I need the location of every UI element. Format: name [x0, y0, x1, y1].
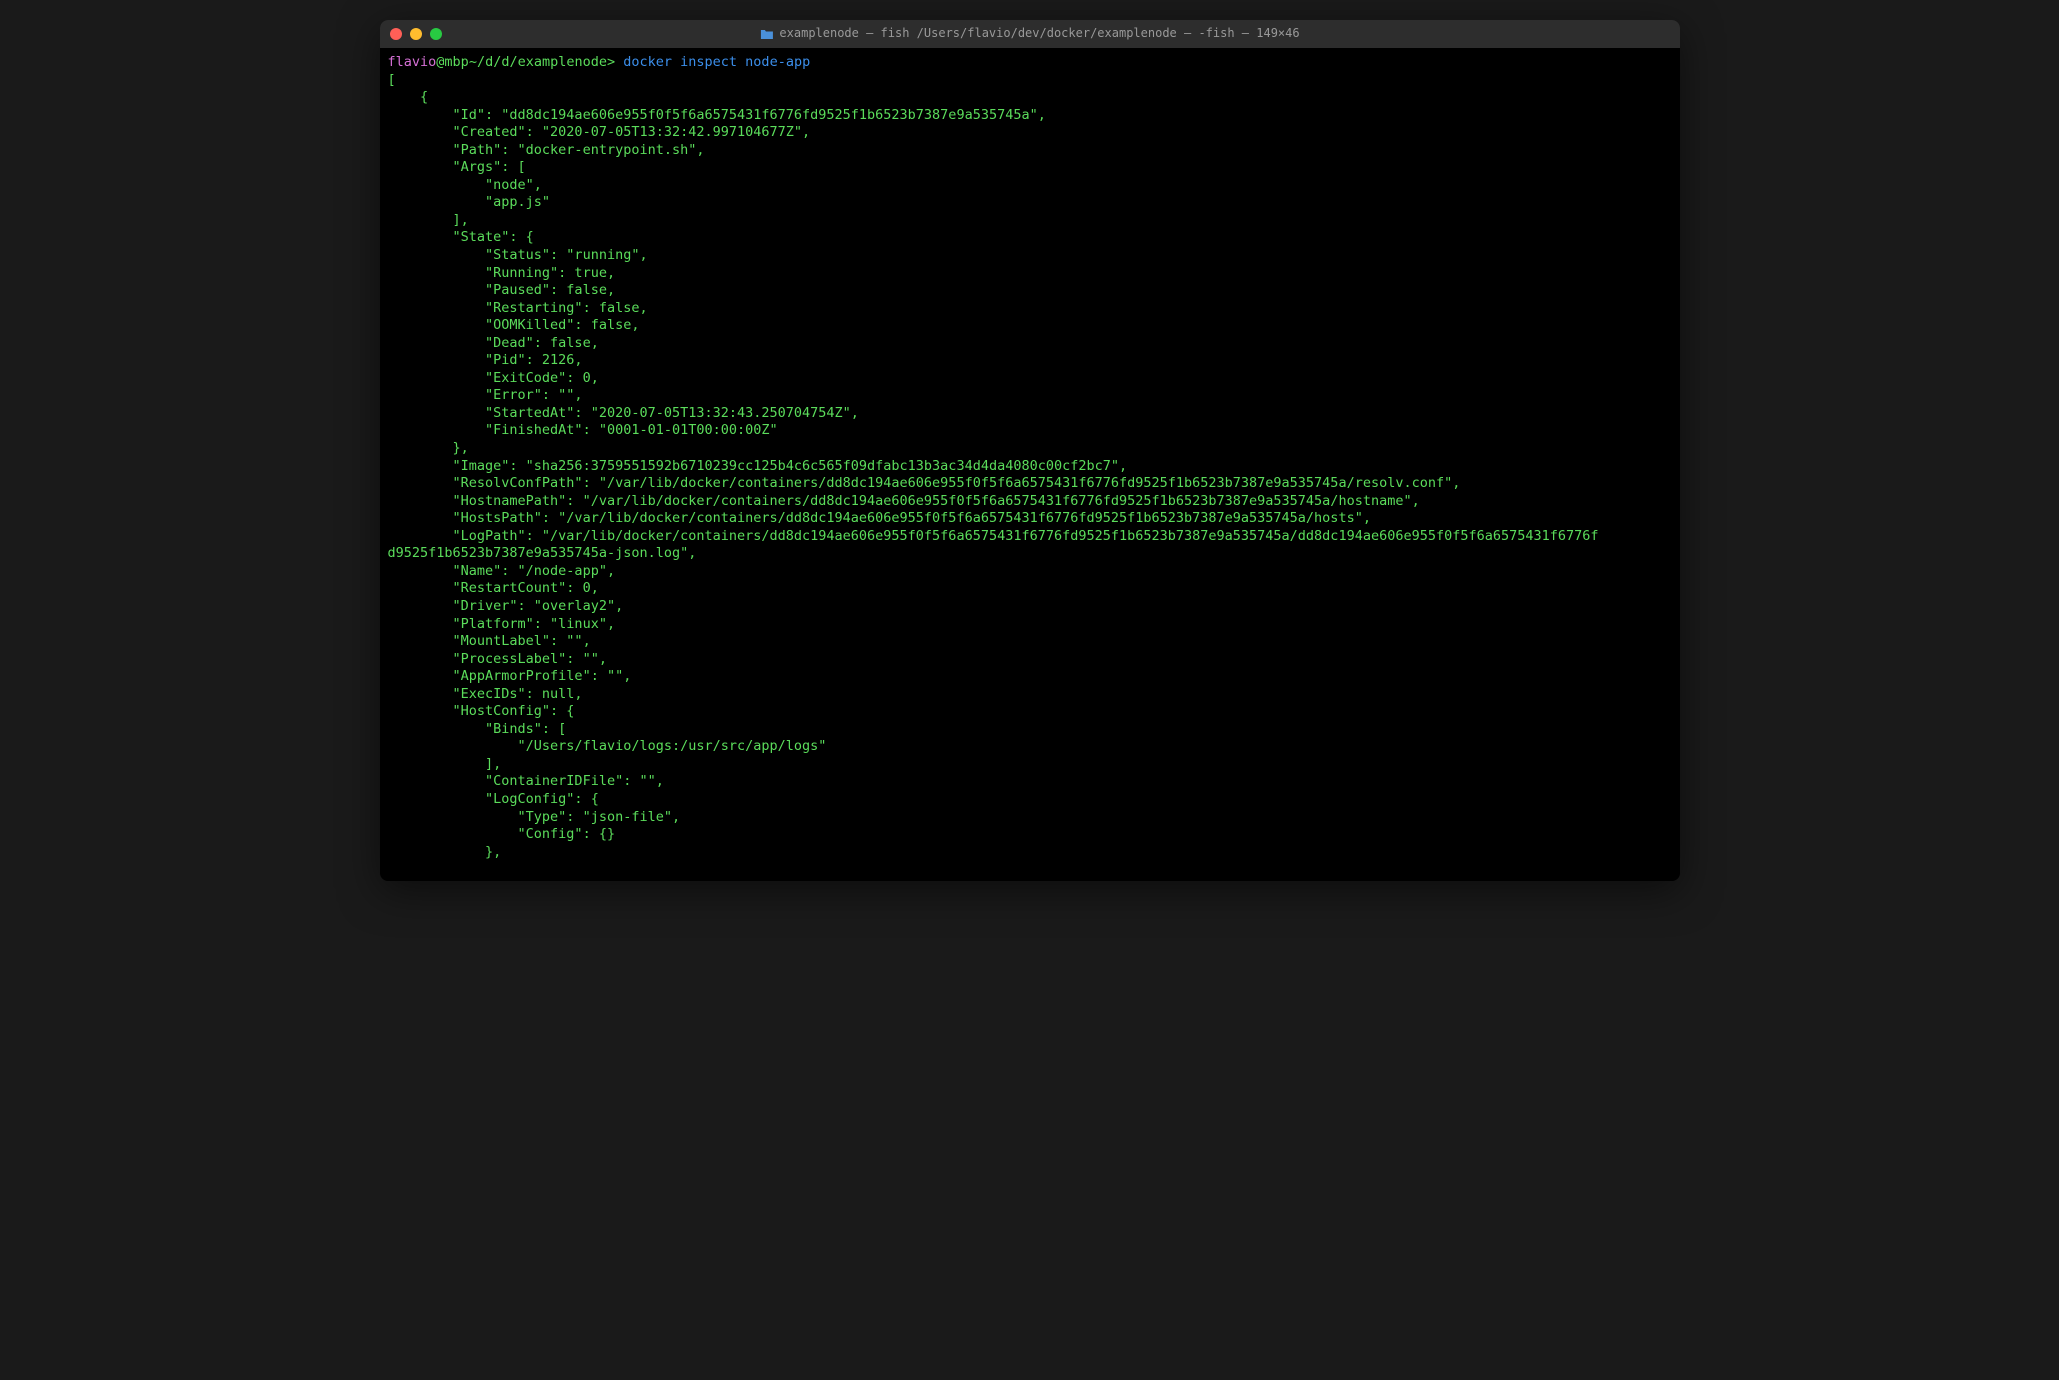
command-output: [ { "Id": "dd8dc194ae606e955f0f5f6a65754… — [388, 72, 1599, 860]
command-text: docker inspect node-app — [623, 54, 810, 70]
terminal-window: examplenode — fish /Users/flavio/dev/doc… — [380, 20, 1680, 881]
maximize-button[interactable] — [430, 28, 442, 40]
close-button[interactable] — [390, 28, 402, 40]
folder-icon — [759, 29, 773, 40]
terminal-body[interactable]: flavio@mbp~/d/d/examplenode> docker insp… — [380, 48, 1680, 881]
titlebar: examplenode — fish /Users/flavio/dev/doc… — [380, 20, 1680, 48]
traffic-lights — [390, 28, 442, 40]
window-title-text: examplenode — fish /Users/flavio/dev/doc… — [779, 26, 1299, 42]
window-title: examplenode — fish /Users/flavio/dev/doc… — [759, 26, 1299, 42]
prompt-user: flavio — [388, 54, 437, 70]
prompt-host: mbp — [444, 54, 468, 70]
prompt-arrow: > — [607, 54, 615, 70]
prompt-path: ~/d/d/examplenode — [469, 54, 607, 70]
minimize-button[interactable] — [410, 28, 422, 40]
